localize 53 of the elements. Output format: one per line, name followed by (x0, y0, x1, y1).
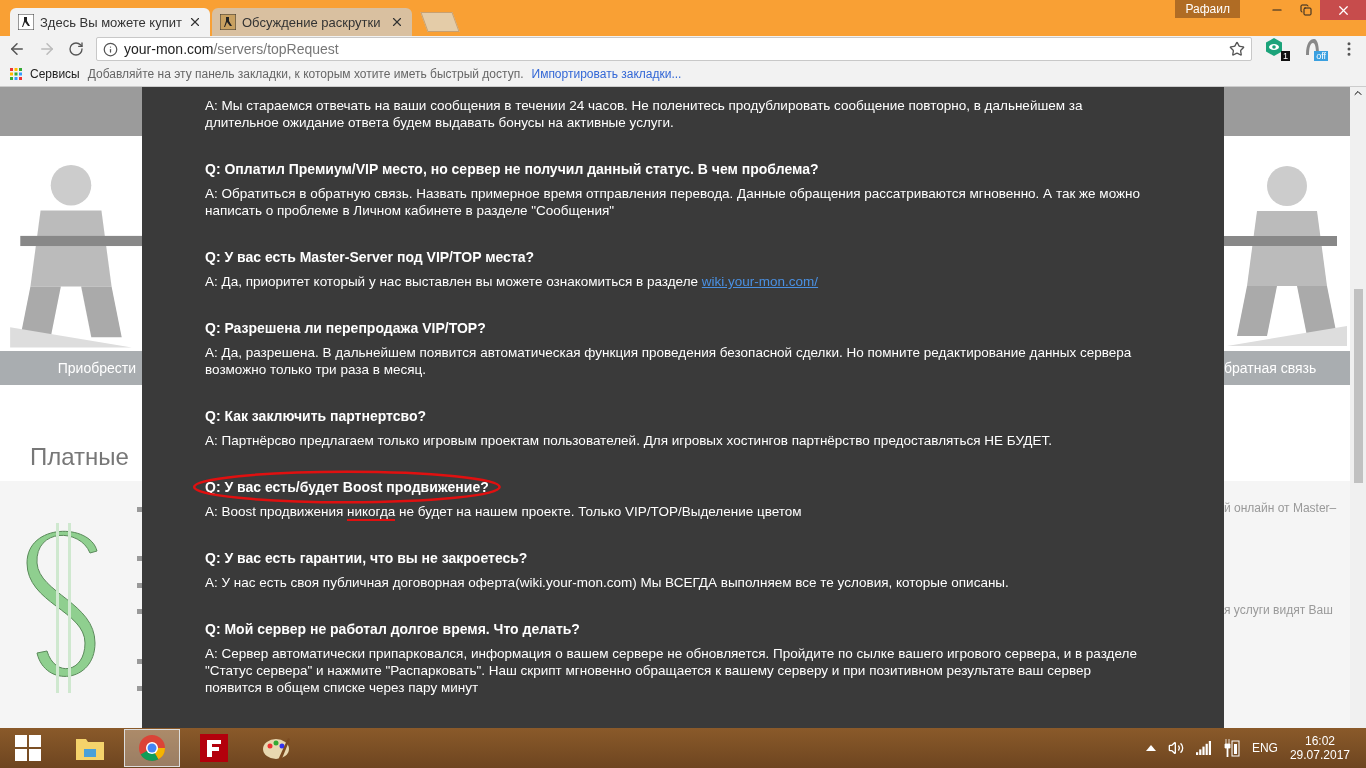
signal-icon[interactable] (1195, 741, 1212, 755)
bullet-marker (137, 659, 142, 664)
faq-question: Q: Разрешена ли перепродажа VIP/TOP? (205, 320, 486, 336)
browser-tab[interactable]: Обсуждение раскрутки (212, 8, 412, 36)
close-icon[interactable] (390, 15, 404, 29)
close-button[interactable] (1320, 0, 1366, 20)
address-field[interactable]: your-mon.com/servers/topRequest (96, 37, 1252, 61)
info-icon[interactable] (103, 41, 118, 57)
speaker-icon[interactable] (1167, 740, 1184, 756)
windows-icon (15, 735, 41, 761)
scrollbar-thumb[interactable] (1353, 289, 1363, 483)
bullet-marker (137, 556, 142, 561)
faq-question: Q: Мой сервер не работал долгое время. Что делать? (205, 621, 580, 637)
wiki-link[interactable]: wiki.your-mon.com/ (701, 274, 819, 289)
chrome-icon (138, 734, 166, 762)
faq-answer: A: Обратиться в обратную связь. Назвать примерное время отправления перевода. Данные обращения рассатриваются мгновенно. А так же можно написать о проблеме в Личном кабинете в разделе "Сообщения" (205, 185, 1140, 219)
section-heading: Платные (30, 443, 129, 471)
bullet-marker (137, 686, 142, 691)
bookmarks-hint: Добавляйте на эту панель закладки, к которым хотите иметь быстрый доступ. (87, 67, 524, 81)
faq-answer: A: Да, разрешена. В дальнейшем появится автоматическая функция проведения безопасной сделки. Но помните редактирование данных сервера возможно только три раза в месяц. (205, 344, 1133, 378)
profile-button[interactable]: Рафаил (1175, 0, 1240, 18)
site-icon (18, 14, 34, 30)
bullet-marker (137, 609, 142, 614)
filezilla-icon (200, 734, 228, 762)
bullet-marker (137, 507, 142, 512)
up-arrow-icon[interactable] (1145, 745, 1156, 751)
faq-answer: A: Да, приоритет который у нас выставлен вы можете ознакомиться в разделе wiki.your-mon.com/ (205, 273, 820, 290)
back-button[interactable] (8, 40, 26, 58)
reload-button[interactable] (68, 41, 84, 57)
bullet-marker (137, 583, 142, 588)
battery-icon[interactable] (1223, 739, 1240, 757)
faq-question: Q: У вас есть гарантии, что вы не закроетесь? (205, 550, 528, 566)
faq-question: Q: Оплатил Премиум/VIP место, но сервер не получил данный статус. В чем проблема? (205, 161, 819, 177)
restore-icon (1299, 4, 1312, 16)
faq-question: Q: Как заключить партнертсво? (205, 408, 427, 424)
scrollbar[interactable] (1350, 87, 1366, 728)
close-icon[interactable] (188, 15, 202, 29)
faq-answer: A: Сервер автоматически припарковался, информация о вашем сервере не обновляется. Пройдите по сылке вашего игрового сервера, и в разделе "Статус сервера" и нажмите "Распарковать". Наш скрипт мгновенно обращается к вашему серверу и при позитивном результате ваш сервер появится в общем списке через пару минут (205, 645, 1138, 696)
import-bookmarks-link[interactable]: Импортировать закладки... (531, 67, 682, 81)
faq-answer: A: У нас есть своя публичная договорная оферта(wiki.your-mon.com) Мы ВСЕГДА выполняем все те условия, которые описаны. (205, 574, 1010, 591)
clock[interactable]: 16:02 29.07.2017 (1289, 734, 1350, 762)
service-text: й онлайн от Master– (1224, 501, 1338, 515)
apps-icon[interactable] (10, 68, 22, 80)
site-icon (220, 14, 236, 30)
faq-answer: A: Партнёрсво предлагаем только игровым проектам пользователей. Для игровых хостингов партнёрство предоставляться НЕ БУДЕТ. (205, 432, 1053, 449)
faq-answer: A: Boost продвижения никогда не будет на нашем проекте. Только VIP/TOP/Выделение цветом (205, 503, 803, 520)
language-indicator[interactable]: ENG (1251, 741, 1278, 755)
browser-tab[interactable]: Здесь Вы можете купит (10, 8, 210, 36)
star-icon[interactable] (1229, 41, 1245, 57)
faq-question: Q: У вас есть Master-Server под VIP/TOP места? (205, 249, 535, 265)
faq-answer: A: Мы стараемся отвечать на ваши сообщения в течении 24 часов. Не поленитесь продублировать сообщение повторно, в дальнейшем за длительное ожидание ответа будем выдавать бонусы на активные услуги. (205, 97, 1084, 131)
service-text: я услуги видят Ваш (1224, 603, 1334, 617)
apps-link[interactable]: Сервисы (30, 67, 80, 81)
